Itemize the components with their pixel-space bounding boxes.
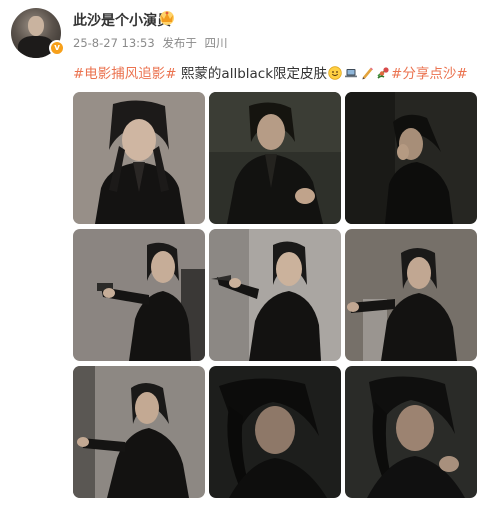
verified-badge-icon: v bbox=[49, 40, 65, 56]
photo-7[interactable] bbox=[73, 366, 205, 498]
hashtag-movie[interactable]: #电影捕风追影# bbox=[73, 66, 177, 82]
post-date[interactable]: 25-8-27 13:53 bbox=[73, 36, 155, 50]
photo-8[interactable] bbox=[209, 366, 341, 498]
photo-grid bbox=[73, 92, 477, 499]
hashtag-share[interactable]: #分享点沙# bbox=[391, 66, 468, 82]
pencil-emoji-icon bbox=[362, 67, 374, 80]
photo-9[interactable] bbox=[345, 366, 477, 498]
photo-4[interactable] bbox=[73, 229, 205, 361]
source-prefix: 发布于 bbox=[162, 36, 197, 50]
crown-icon bbox=[160, 11, 174, 25]
post-header: v 此沙是个小演员 25-8-27 13:53 发布于 四川 bbox=[0, 0, 503, 60]
post-text: #电影捕风追影# 熙蒙的allblack限定皮肤 #分享点沙# bbox=[73, 62, 503, 82]
username[interactable]: 此沙是个小演员 bbox=[73, 10, 171, 30]
photo-3[interactable] bbox=[345, 92, 477, 224]
smile-emoji-icon bbox=[328, 66, 342, 80]
photo-6[interactable] bbox=[345, 229, 477, 361]
post-meta: 25-8-27 13:53 发布于 四川 bbox=[73, 35, 232, 51]
photo-2[interactable] bbox=[209, 92, 341, 224]
laptop-emoji-icon bbox=[345, 69, 358, 78]
flower-emoji-icon bbox=[377, 67, 389, 79]
photo-5[interactable] bbox=[209, 229, 341, 361]
post-body: 熙蒙的allblack限定皮肤 bbox=[176, 66, 328, 82]
avatar-face bbox=[28, 16, 44, 36]
photo-1[interactable] bbox=[73, 92, 205, 224]
location: 四川 bbox=[204, 36, 228, 50]
